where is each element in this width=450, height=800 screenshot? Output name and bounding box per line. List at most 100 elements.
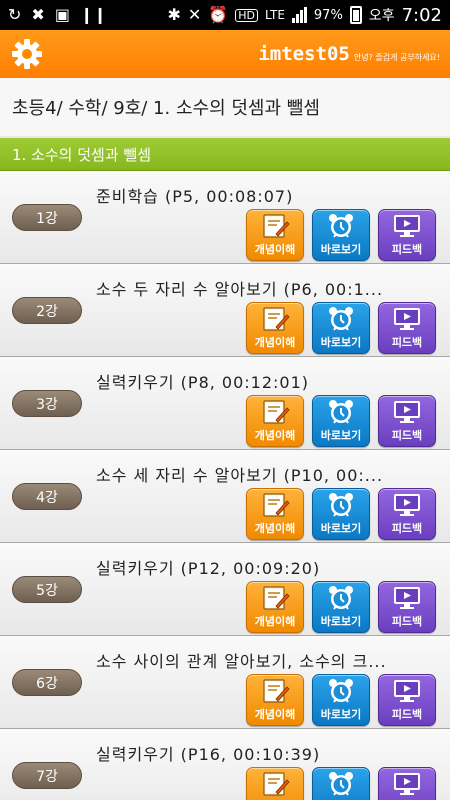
lesson-actions: 개념이해 바로보기 <box>246 302 436 354</box>
pause-icon: ❙❙ <box>79 5 107 24</box>
feedback-button[interactable]: 피드백 <box>378 209 436 261</box>
lesson-title[interactable]: 실력키우기 (P8, 00:12:01) <box>96 369 436 393</box>
concept-button[interactable]: 개념이해 <box>246 767 304 800</box>
feedback-button[interactable]: 피드백 <box>378 488 436 540</box>
user-info: imtest05 안녕? 즐겁게 공부하세요! <box>258 43 440 65</box>
lesson-number-badge: 6강 <box>12 669 82 696</box>
concept-label: 개념이해 <box>254 243 296 256</box>
concept-book-icon <box>260 396 290 427</box>
lesson-title[interactable]: 소수 세 자리 수 알아보기 (P10, 00:... <box>96 462 436 486</box>
watch-button[interactable]: 바로보기 <box>312 488 370 540</box>
battery-icon <box>349 6 362 24</box>
alarm-clock-icon <box>327 489 355 520</box>
time-ampm: 오후 <box>368 8 395 24</box>
watch-button[interactable]: 바로보기 <box>312 395 370 447</box>
battery-percent: 97% <box>313 7 343 23</box>
concept-book-icon <box>260 768 290 799</box>
status-bar: ↻ ✖ ▣ ❙❙ ✱ ✕ ⏰ HD LTE 97% 오후 7:02 <box>0 0 450 30</box>
mic-off-icon: ✖ <box>31 5 45 24</box>
concept-button[interactable]: 개념이해 <box>246 395 304 447</box>
lesson-actions: 개념이해 바로보기 <box>246 395 436 447</box>
lesson-number-badge: 3강 <box>12 390 82 417</box>
alarm-icon: ⏰ <box>208 5 229 24</box>
lesson-actions: 개념이해 바로보기 <box>246 209 436 261</box>
monitor-play-icon <box>392 675 422 706</box>
settings-gear-icon[interactable] <box>10 37 44 71</box>
lesson-number-badge: 1강 <box>12 204 82 231</box>
user-id: imtest05 <box>258 43 350 65</box>
lesson-actions: 개념이해 바로보기 <box>246 488 436 540</box>
concept-label: 개념이해 <box>254 522 296 535</box>
concept-book-icon <box>260 582 290 613</box>
alarm-clock-icon <box>327 396 355 427</box>
monitor-play-icon <box>392 210 422 241</box>
watch-button[interactable]: 바로보기 <box>312 581 370 633</box>
lesson-title[interactable]: 준비학습 (P5, 00:08:07) <box>96 183 436 207</box>
feedback-label: 피드백 <box>391 336 423 349</box>
concept-button[interactable]: 개념이해 <box>246 581 304 633</box>
watch-label: 바로보기 <box>320 708 362 721</box>
mute-icon: ✕ <box>187 5 202 24</box>
lesson-title[interactable]: 소수 사이의 관계 알아보기, 소수의 크... <box>96 648 436 672</box>
concept-label: 개념이해 <box>254 708 296 721</box>
watch-button[interactable]: 바로보기 <box>312 767 370 800</box>
monitor-play-icon <box>392 768 422 799</box>
alarm-clock-icon <box>327 582 355 613</box>
feedback-label: 피드백 <box>391 522 423 535</box>
feedback-button[interactable]: 피드백 <box>378 674 436 726</box>
watch-label: 바로보기 <box>320 522 362 535</box>
monitor-play-icon <box>392 303 422 334</box>
signal-icon <box>291 7 307 23</box>
feedback-button[interactable]: 피드백 <box>378 767 436 800</box>
network-type-label: LTE <box>264 8 285 22</box>
concept-button[interactable]: 개념이해 <box>246 209 304 261</box>
breadcrumb: 초등4/ 수학/ 9호/ 1. 소수의 덧셈과 뺄셈 <box>0 78 450 136</box>
lesson-row: 6강 소수 사이의 관계 알아보기, 소수의 크... 개념이해 바로보기 피드… <box>0 636 450 729</box>
lesson-title[interactable]: 실력키우기 (P16, 00:10:39) <box>96 741 436 765</box>
concept-book-icon <box>260 675 290 706</box>
bluetooth-icon: ✱ <box>167 5 181 24</box>
greeting-text: 안녕? 즐겁게 공부하세요! <box>353 53 440 62</box>
concept-book-icon <box>260 489 290 520</box>
clock-time: 7:02 <box>401 4 442 26</box>
concept-button[interactable]: 개념이해 <box>246 488 304 540</box>
lesson-title[interactable]: 소수 두 자리 수 알아보기 (P6, 00:1... <box>96 276 436 300</box>
section-title: 1. 소수의 덧셈과 뺄셈 <box>0 138 450 171</box>
lesson-number-badge: 2강 <box>12 297 82 324</box>
feedback-button[interactable]: 피드백 <box>378 395 436 447</box>
alarm-clock-icon <box>327 303 355 334</box>
concept-button[interactable]: 개념이해 <box>246 302 304 354</box>
concept-book-icon <box>260 303 290 334</box>
watch-button[interactable]: 바로보기 <box>312 302 370 354</box>
feedback-label: 피드백 <box>391 615 423 628</box>
concept-book-icon <box>260 210 290 241</box>
lesson-row: 4강 소수 세 자리 수 알아보기 (P10, 00:... 개념이해 바로보기… <box>0 450 450 543</box>
lesson-number-badge: 5강 <box>12 576 82 603</box>
concept-label: 개념이해 <box>254 429 296 442</box>
watch-button[interactable]: 바로보기 <box>312 674 370 726</box>
lesson-actions: 개념이해 바로보기 <box>246 581 436 633</box>
image-icon: ▣ <box>54 5 70 24</box>
watch-button[interactable]: 바로보기 <box>312 209 370 261</box>
lesson-title[interactable]: 실력키우기 (P12, 00:09:20) <box>96 555 436 579</box>
lesson-row: 2강 소수 두 자리 수 알아보기 (P6, 00:1... 개념이해 바로보기… <box>0 264 450 357</box>
alarm-clock-icon <box>327 675 355 706</box>
lesson-actions: 개념이해 바로보기 <box>246 674 436 726</box>
sync-icon: ↻ <box>8 5 22 24</box>
lesson-number-badge: 4강 <box>12 483 82 510</box>
watch-label: 바로보기 <box>320 336 362 349</box>
feedback-label: 피드백 <box>391 708 423 721</box>
watch-label: 바로보기 <box>320 429 362 442</box>
alarm-clock-icon <box>327 210 355 241</box>
lesson-row: 5강 실력키우기 (P12, 00:09:20) 개념이해 바로보기 피드백 <box>0 543 450 636</box>
concept-button[interactable]: 개념이해 <box>246 674 304 726</box>
concept-label: 개념이해 <box>254 615 296 628</box>
watch-label: 바로보기 <box>320 243 362 256</box>
feedback-button[interactable]: 피드백 <box>378 581 436 633</box>
lesson-actions: 개념이해 바로보기 <box>246 767 436 800</box>
lesson-number-badge: 7강 <box>12 762 82 789</box>
feedback-label: 피드백 <box>391 429 423 442</box>
feedback-button[interactable]: 피드백 <box>378 302 436 354</box>
lesson-row: 7강 실력키우기 (P16, 00:10:39) 개념이해 <box>0 729 450 800</box>
app-header: imtest05 안녕? 즐겁게 공부하세요! <box>0 30 450 78</box>
